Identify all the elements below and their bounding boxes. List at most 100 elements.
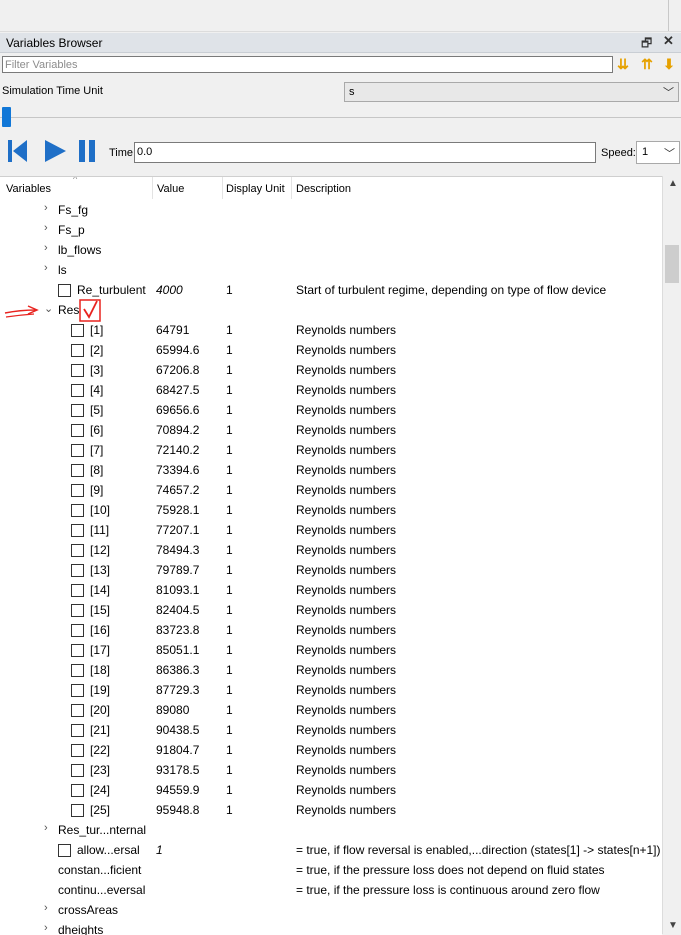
tree-row[interactable]: [15] 82404.5 1 Reynolds numbers (0, 600, 662, 620)
tree-row[interactable]: [21] 90438.5 1 Reynolds numbers (0, 720, 662, 740)
plot-checkbox[interactable] (71, 404, 84, 417)
plot-checkbox[interactable] (71, 524, 84, 537)
variable-name: [16] (90, 623, 111, 637)
plot-checkbox[interactable] (58, 844, 71, 857)
plot-checkbox[interactable] (71, 384, 84, 397)
tree-row[interactable]: [23] 93178.5 1 Reynolds numbers (0, 760, 662, 780)
plot-checkbox[interactable] (71, 644, 84, 657)
tree-row[interactable]: continu...eversal = true, if the pressure… (0, 880, 662, 900)
variable-name: constan...ficient (58, 863, 142, 877)
chevron-right-icon[interactable]: › (44, 202, 48, 214)
tree-row[interactable]: [7] 72140.2 1 Reynolds numbers (0, 440, 662, 460)
tree-row[interactable]: › ls (0, 260, 662, 280)
plot-checkbox[interactable] (71, 344, 84, 357)
tree-row[interactable]: [25] 95948.8 1 Reynolds numbers (0, 800, 662, 820)
plot-checkbox[interactable] (71, 584, 84, 597)
plot-checkbox[interactable] (71, 684, 84, 697)
expand-all-icon[interactable]: ⇊ (614, 55, 632, 73)
tree-row[interactable]: [2] 65994.6 1 Reynolds numbers (0, 340, 662, 360)
plot-checkbox[interactable] (71, 804, 84, 817)
pause-button[interactable] (77, 138, 99, 164)
tree-row[interactable]: [17] 85051.1 1 Reynolds numbers (0, 640, 662, 660)
column-header-variables[interactable]: Variables (6, 183, 51, 195)
plot-checkbox[interactable] (71, 604, 84, 617)
tree-row[interactable]: [24] 94559.9 1 Reynolds numbers (0, 780, 662, 800)
time-label: Time: (109, 147, 137, 159)
tree-row[interactable]: [11] 77207.1 1 Reynolds numbers (0, 520, 662, 540)
tree-row[interactable]: [3] 67206.8 1 Reynolds numbers (0, 360, 662, 380)
plot-checkbox[interactable] (71, 764, 84, 777)
tree-row[interactable]: [20] 89080 1 Reynolds numbers (0, 700, 662, 720)
tree-row[interactable]: [19] 87729.3 1 Reynolds numbers (0, 680, 662, 700)
tree-row[interactable]: › Res_tur...nternal (0, 820, 662, 840)
time-slider-track (0, 117, 681, 118)
variable-description: Start of turbulent regime, depending on … (296, 283, 607, 297)
tree-row[interactable]: [13] 79789.7 1 Reynolds numbers (0, 560, 662, 580)
collapse-all-icon[interactable]: ⇈ (638, 55, 656, 73)
tree-row[interactable]: [10] 75928.1 1 Reynolds numbers (0, 500, 662, 520)
time-input[interactable]: 0.0 (134, 142, 596, 163)
time-slider-handle[interactable] (2, 107, 11, 127)
sort-down-icon[interactable]: ⬇ (660, 55, 678, 73)
tree-row[interactable]: › Fs_fg (0, 200, 662, 220)
scroll-up-icon[interactable]: ▲ (668, 178, 678, 189)
plot-checkbox[interactable] (71, 624, 84, 637)
tree-row[interactable]: [6] 70894.2 1 Reynolds numbers (0, 420, 662, 440)
rewind-button[interactable] (6, 138, 30, 164)
tree-row[interactable]: › lb_flows (0, 240, 662, 260)
tree-row[interactable]: [22] 91804.7 1 Reynolds numbers (0, 740, 662, 760)
simulation-time-unit-value: s (349, 86, 355, 98)
tree-row[interactable]: [12] 78494.3 1 Reynolds numbers (0, 540, 662, 560)
plot-checkbox[interactable] (71, 784, 84, 797)
vertical-scrollbar[interactable]: ▲ ▼ (662, 176, 681, 934)
variable-value[interactable]: 4000 (156, 283, 183, 297)
chevron-right-icon[interactable]: › (44, 922, 48, 934)
plot-checkbox[interactable] (71, 504, 84, 517)
chevron-right-icon[interactable]: › (44, 242, 48, 254)
tree-row[interactable]: allow...ersal 1 = true, if flow reversal i… (0, 840, 662, 860)
tree-row[interactable]: [5] 69656.6 1 Reynolds numbers (0, 400, 662, 420)
tree-row[interactable]: [8] 73394.6 1 Reynolds numbers (0, 460, 662, 480)
column-header-value[interactable]: Value (157, 183, 184, 195)
variable-value: 68427.5 (156, 383, 200, 397)
plot-checkbox[interactable] (71, 724, 84, 737)
plot-checkbox[interactable] (71, 744, 84, 757)
plot-checkbox[interactable] (71, 424, 84, 437)
plot-checkbox[interactable] (71, 464, 84, 477)
column-header-description[interactable]: Description (296, 183, 351, 195)
speed-select[interactable]: 1 ﹀ (636, 141, 680, 164)
tree-row[interactable]: [4] 68427.5 1 Reynolds numbers (0, 380, 662, 400)
tree-row[interactable]: › Fs_p (0, 220, 662, 240)
tree-row[interactable]: › crossAreas (0, 900, 662, 920)
play-button[interactable] (42, 138, 68, 164)
plot-checkbox[interactable] (71, 664, 84, 677)
plot-checkbox[interactable] (58, 284, 71, 297)
simulation-time-unit-select[interactable]: s ﹀ (344, 82, 679, 102)
tree-row[interactable]: › dheights (0, 920, 662, 935)
tree-row[interactable]: [16] 83723.8 1 Reynolds numbers (0, 620, 662, 640)
variable-value[interactable]: 1 (156, 843, 163, 857)
chevron-right-icon[interactable]: › (44, 822, 48, 834)
scrollbar-thumb[interactable] (665, 245, 679, 283)
scroll-down-icon[interactable]: ▼ (668, 920, 678, 931)
plot-checkbox[interactable] (71, 444, 84, 457)
plot-checkbox[interactable] (71, 364, 84, 377)
chevron-right-icon[interactable]: › (44, 222, 48, 234)
variable-description: Reynolds numbers (296, 643, 397, 657)
filter-variables-input[interactable] (2, 56, 613, 73)
variable-unit: 1 (226, 583, 233, 597)
variable-unit: 1 (226, 603, 233, 617)
tree-row[interactable]: [9] 74657.2 1 Reynolds numbers (0, 480, 662, 500)
plot-checkbox[interactable] (71, 484, 84, 497)
column-header-display-unit[interactable]: Display Unit (226, 183, 285, 195)
plot-checkbox[interactable] (71, 564, 84, 577)
chevron-right-icon[interactable]: › (44, 902, 48, 914)
close-icon[interactable]: ✕ (663, 33, 674, 49)
chevron-right-icon[interactable]: › (44, 262, 48, 274)
plot-checkbox[interactable] (71, 544, 84, 557)
tree-row[interactable]: [18] 86386.3 1 Reynolds numbers (0, 660, 662, 680)
restore-icon[interactable]: 🗗 (641, 34, 652, 55)
tree-row[interactable]: constan...ficient = true, if the pressure… (0, 860, 662, 880)
tree-row[interactable]: [14] 81093.1 1 Reynolds numbers (0, 580, 662, 600)
plot-checkbox[interactable] (71, 704, 84, 717)
